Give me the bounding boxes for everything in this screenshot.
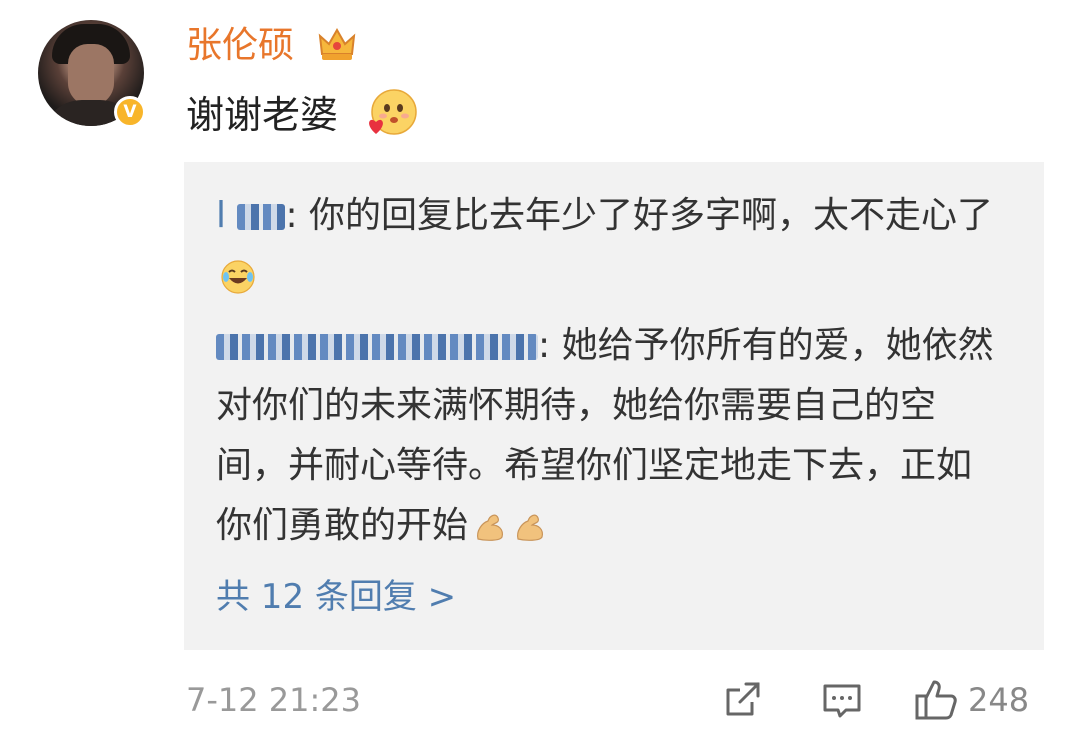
timestamp: 7-12 21:23 (186, 681, 362, 719)
reply-1-text: : 你的回复比去年少了好多字啊，太不走心了 (285, 195, 994, 236)
share-button[interactable] (720, 676, 764, 724)
like-icon (915, 680, 957, 720)
reply-box[interactable]: l : 你的回复比去年少了好多字啊，太不走心了 : 她给予你所有的爱，她依然对你… (184, 162, 1044, 650)
like-button[interactable]: 248 (912, 676, 1029, 724)
reply-2-username-blur[interactable] (216, 334, 538, 360)
like-count: 248 (968, 681, 1030, 719)
flex-arm-emoji (477, 514, 504, 541)
reply-1-username-blur (237, 204, 286, 230)
comment-icon (823, 684, 861, 718)
flex-arm-emoji (517, 514, 544, 541)
comment-button[interactable] (820, 676, 864, 724)
reply-2[interactable]: : 她给予你所有的爱，她依然对你们的未来满怀期待，她给你需要自己的空间，并耐心等… (216, 316, 1006, 556)
laugh-cry-emoji (221, 260, 255, 294)
kiss-heart-emoji (369, 89, 417, 135)
username[interactable]: 张伦硕 (186, 22, 294, 70)
verified-badge-icon: V (114, 96, 146, 128)
crown-icon (318, 27, 356, 60)
comment-text: 谢谢老婆 (186, 93, 339, 137)
avatar-wrap[interactable]: V (38, 20, 148, 130)
reply-1[interactable]: l : 你的回复比去年少了好多字啊，太不走心了 (216, 186, 1006, 306)
share-icon (726, 682, 760, 716)
reply-1-username-blurred[interactable]: l (216, 195, 237, 236)
avatar-face (68, 44, 114, 106)
more-replies-link[interactable]: 共 12 条回复 > (216, 572, 456, 622)
